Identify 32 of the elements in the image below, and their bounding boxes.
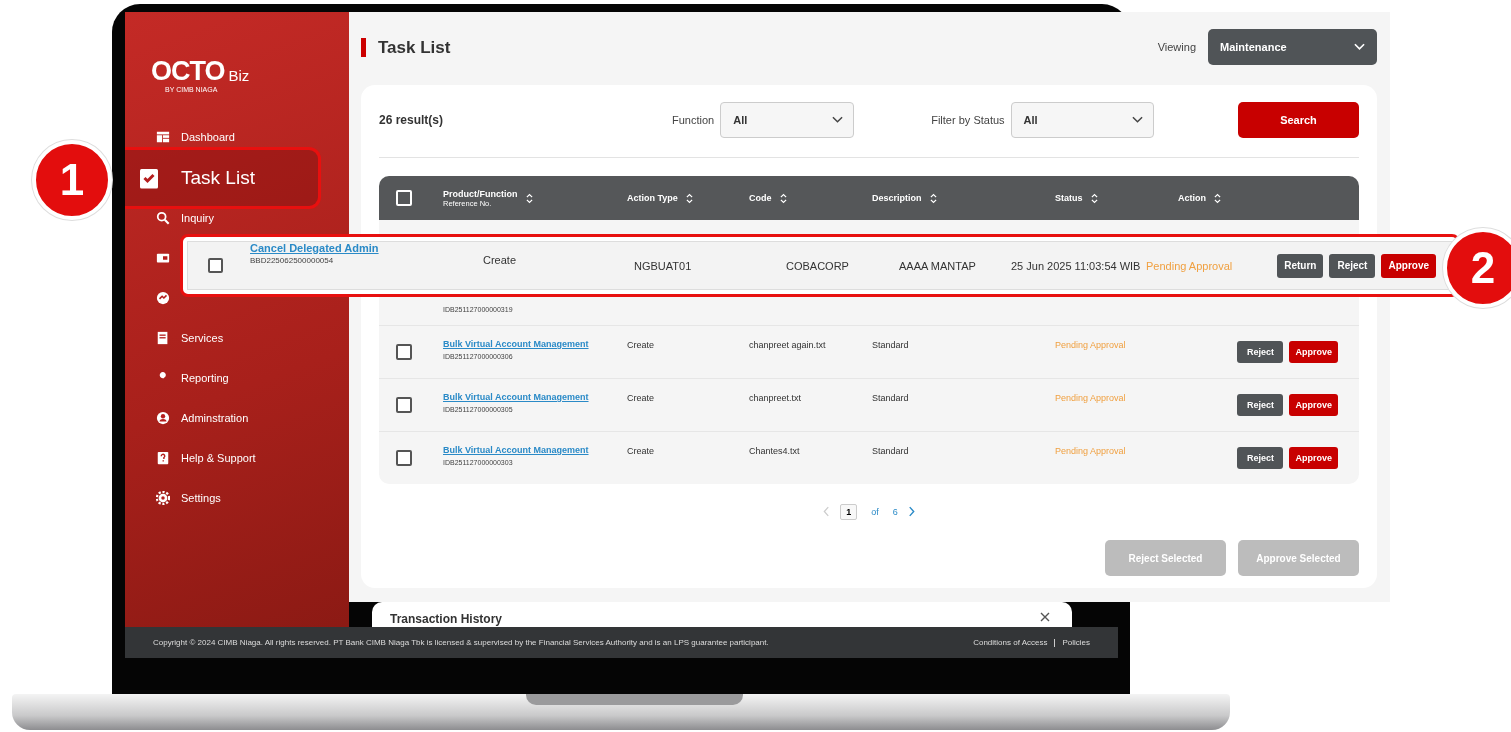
table-cell-text: NGBUAT01 xyxy=(634,259,693,272)
table-cell-text: chanpreet.txt xyxy=(749,393,803,403)
page-of-label: of xyxy=(871,506,879,517)
page-title: Task List xyxy=(361,37,451,57)
section-title: Transaction History xyxy=(390,613,503,626)
date-cell-text: 25 Jun 2025 11:03:54 WIB xyxy=(1011,259,1142,272)
status-text: Pending Approval xyxy=(1055,393,1127,403)
reference-number: BBD225062500000054 xyxy=(250,256,335,265)
step-badge: 1 xyxy=(32,140,112,220)
filter-label: Function xyxy=(672,114,715,126)
total-pages: 6 xyxy=(892,506,898,517)
filter-label: Filter by Status xyxy=(931,114,1005,126)
table-cell-text: Standard xyxy=(872,446,910,456)
result-count: 26 result(s) xyxy=(379,113,445,127)
table-cell-text: chanpreet again.txt xyxy=(749,340,827,350)
table-cell-text: Create xyxy=(627,393,655,403)
table-cell-text: Standard xyxy=(872,340,910,350)
logo-suffix: Biz xyxy=(228,68,250,84)
step-badge: 2 xyxy=(1443,228,1511,308)
copyright-text: Copyright © 2024 CIMB Niaga. All rights reserved. PT Bank CIMB Niaga Tbk is licensed & supervised by the Financial Services Authority and is an LPS guarantee participant. xyxy=(153,638,769,647)
status-text: Pending Approval xyxy=(1055,446,1127,456)
table-cell-text: Create xyxy=(483,253,518,266)
table-cell-text: Chantes4.txt xyxy=(749,446,801,456)
table-cell-text: COBACORP xyxy=(786,259,850,272)
logo-text: OCTO xyxy=(151,58,225,84)
table-cell-text: Create xyxy=(627,446,655,456)
status-text: Pending Approval xyxy=(1055,340,1127,350)
table-cell-text: Create xyxy=(627,340,655,350)
viewing-label: Viewing xyxy=(1157,41,1196,53)
table-cell-text: Standard xyxy=(872,393,910,403)
table-cell-text: AAAA MANTAP xyxy=(899,259,977,272)
status-text: Pending Approval xyxy=(1146,259,1234,272)
